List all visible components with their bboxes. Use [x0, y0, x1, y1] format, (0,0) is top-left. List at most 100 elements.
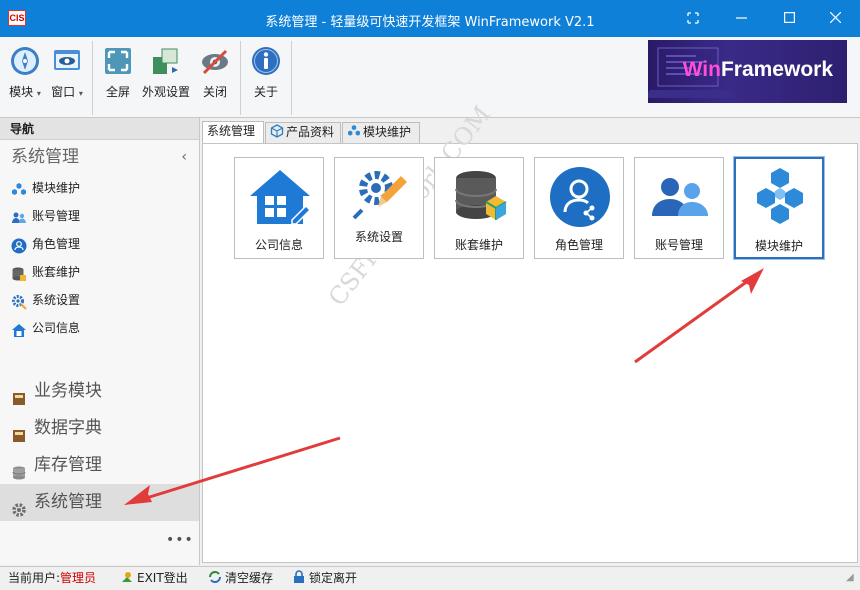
section-label: 库存管理	[34, 455, 102, 475]
tile-label: 模块维护	[754, 239, 803, 253]
section-inventory[interactable]: 库存管理	[0, 447, 199, 484]
navigation-panel: 导航 系统管理 ‹ 模块维护 账号管理 角色管理 账套维护 系统设置 公司信息 …	[0, 118, 200, 565]
tile-label: 角色管理	[554, 238, 603, 252]
nav-sections: 业务模块 数据字典 库存管理 系统管理	[0, 373, 199, 521]
tile-label: 系统设置	[354, 230, 403, 244]
book-icon	[11, 384, 27, 405]
appearance-button-label: 外观设置	[141, 85, 190, 99]
nav-item-label: 系统设置	[32, 293, 81, 307]
lock-icon	[292, 569, 306, 583]
maximize-button[interactable]	[766, 6, 812, 32]
users-icon	[11, 208, 27, 224]
lock-label: 锁定离开	[309, 571, 358, 585]
tab-label: 产品资料	[286, 125, 335, 139]
chevron-left-icon[interactable]: ‹	[181, 140, 187, 174]
clear-cache-label: 清空缓存	[225, 571, 274, 585]
more-options-icon[interactable]: •••	[166, 532, 194, 548]
logout-icon	[120, 569, 134, 583]
section-system-management[interactable]: 系统管理	[0, 484, 199, 521]
users-icon	[648, 166, 712, 228]
nav-header: 导航	[0, 118, 199, 140]
module-button-label: 模块	[9, 85, 34, 99]
section-label: 数据字典	[34, 418, 102, 438]
nav-item-module[interactable]: 模块维护	[0, 174, 199, 202]
title-bar: CIS 系统管理 - 轻量级可快速开发框架 WinFramework V2.1	[0, 0, 860, 37]
about-button-label: 关于	[253, 85, 278, 99]
compass-icon	[9, 45, 41, 77]
tile-account-management[interactable]: 账号管理	[634, 157, 724, 259]
nav-group-title: 系统管理	[11, 147, 79, 167]
role-icon	[548, 166, 612, 228]
resize-grip-icon[interactable]: ◢	[846, 567, 854, 589]
tile-role-management[interactable]: 角色管理	[534, 157, 624, 259]
about-button[interactable]: 关于	[243, 45, 289, 100]
status-bar: 当前用户:管理员 EXIT登出 清空缓存 锁定离开 ◢	[0, 566, 860, 590]
ribbon-group-navigation: 模块 ▾ 窗口 ▾	[0, 41, 93, 115]
lock-button[interactable]: 锁定离开	[292, 567, 357, 589]
gear-icon	[11, 495, 27, 517]
close-view-button[interactable]: 关闭	[192, 45, 238, 100]
restore-layout-icon[interactable]	[670, 6, 716, 32]
brand-logo: WinFramework	[683, 58, 833, 82]
section-label: 系统管理	[34, 492, 102, 512]
tile-module-maintenance[interactable]: 模块维护	[734, 157, 824, 259]
company-icon	[248, 166, 312, 228]
window-button[interactable]: 窗口 ▾	[44, 45, 90, 100]
nav-item-label: 账号管理	[32, 209, 81, 223]
database-icon	[11, 458, 27, 479]
fullscreen-button[interactable]: 全屏	[95, 45, 141, 100]
refresh-icon	[208, 569, 222, 583]
nav-item-account-sets[interactable]: 账套维护	[0, 258, 199, 286]
tab-product-data[interactable]: 产品资料	[265, 122, 341, 143]
close-button[interactable]	[812, 6, 858, 32]
content-panel: CSFramework.COM 公司信息 系统设置 账套维护 角色管理 账号管理	[202, 101, 858, 563]
close-view-button-label: 关闭	[202, 85, 227, 99]
tile-system-settings[interactable]: 系统设置	[334, 157, 424, 259]
logout-button[interactable]: EXIT登出	[120, 567, 188, 589]
nav-group-header[interactable]: 系统管理 ‹	[0, 140, 199, 174]
info-icon	[250, 45, 282, 77]
ribbon-group-help: 关于	[242, 41, 292, 115]
settings-icon	[348, 166, 412, 228]
brand-banner: WinFramework	[648, 40, 847, 103]
nav-item-label: 账套维护	[32, 265, 81, 279]
gear-icon	[11, 292, 27, 310]
brand-logo-framework: Framework	[720, 58, 833, 81]
fullscreen-icon	[102, 45, 134, 77]
nav-item-settings[interactable]: 系统设置	[0, 286, 199, 314]
database-icon	[11, 264, 27, 281]
clear-cache-button[interactable]: 清空缓存	[208, 567, 273, 589]
nav-item-roles[interactable]: 角色管理	[0, 230, 199, 258]
minimize-button[interactable]	[718, 6, 764, 32]
tab-label: 模块维护	[363, 125, 412, 139]
nav-item-label: 模块维护	[32, 181, 81, 195]
ribbon-group-view: 全屏 外观设置 关闭	[94, 41, 241, 115]
section-business-modules[interactable]: 业务模块	[0, 373, 199, 410]
section-data-dictionary[interactable]: 数据字典	[0, 410, 199, 447]
module-icon	[347, 124, 361, 138]
tab-label: 系统管理	[207, 124, 256, 138]
section-label: 业务模块	[34, 381, 102, 401]
nav-item-label: 角色管理	[32, 237, 81, 251]
appearance-button[interactable]: 外观设置	[141, 45, 191, 100]
appearance-icon	[150, 45, 182, 77]
database-icon	[448, 166, 512, 228]
tile-label: 公司信息	[254, 238, 303, 252]
book-icon	[11, 421, 27, 442]
nav-item-accounts[interactable]: 账号管理	[0, 202, 199, 230]
logout-label: EXIT登出	[137, 571, 188, 585]
fullscreen-button-label: 全屏	[105, 85, 130, 99]
current-user-label: 当前用户:	[8, 571, 61, 585]
company-icon	[11, 320, 27, 337]
nav-item-company[interactable]: 公司信息	[0, 314, 199, 342]
tab-module-maintenance[interactable]: 模块维护	[342, 122, 420, 143]
module-button[interactable]: 模块 ▾	[2, 45, 48, 100]
ribbon-toolbar: 模块 ▾ 窗口 ▾ 全屏 外观设置 关闭 关于 WinFramework	[0, 37, 860, 118]
tile-account-sets[interactable]: 账套维护	[434, 157, 524, 259]
tab-system-management[interactable]: 系统管理	[202, 121, 264, 144]
tile-company-info[interactable]: 公司信息	[234, 157, 324, 259]
current-user-name: 管理员	[60, 571, 97, 585]
module-icon	[11, 180, 27, 196]
window-icon	[51, 45, 83, 77]
chevron-down-icon: ▾	[78, 89, 83, 98]
